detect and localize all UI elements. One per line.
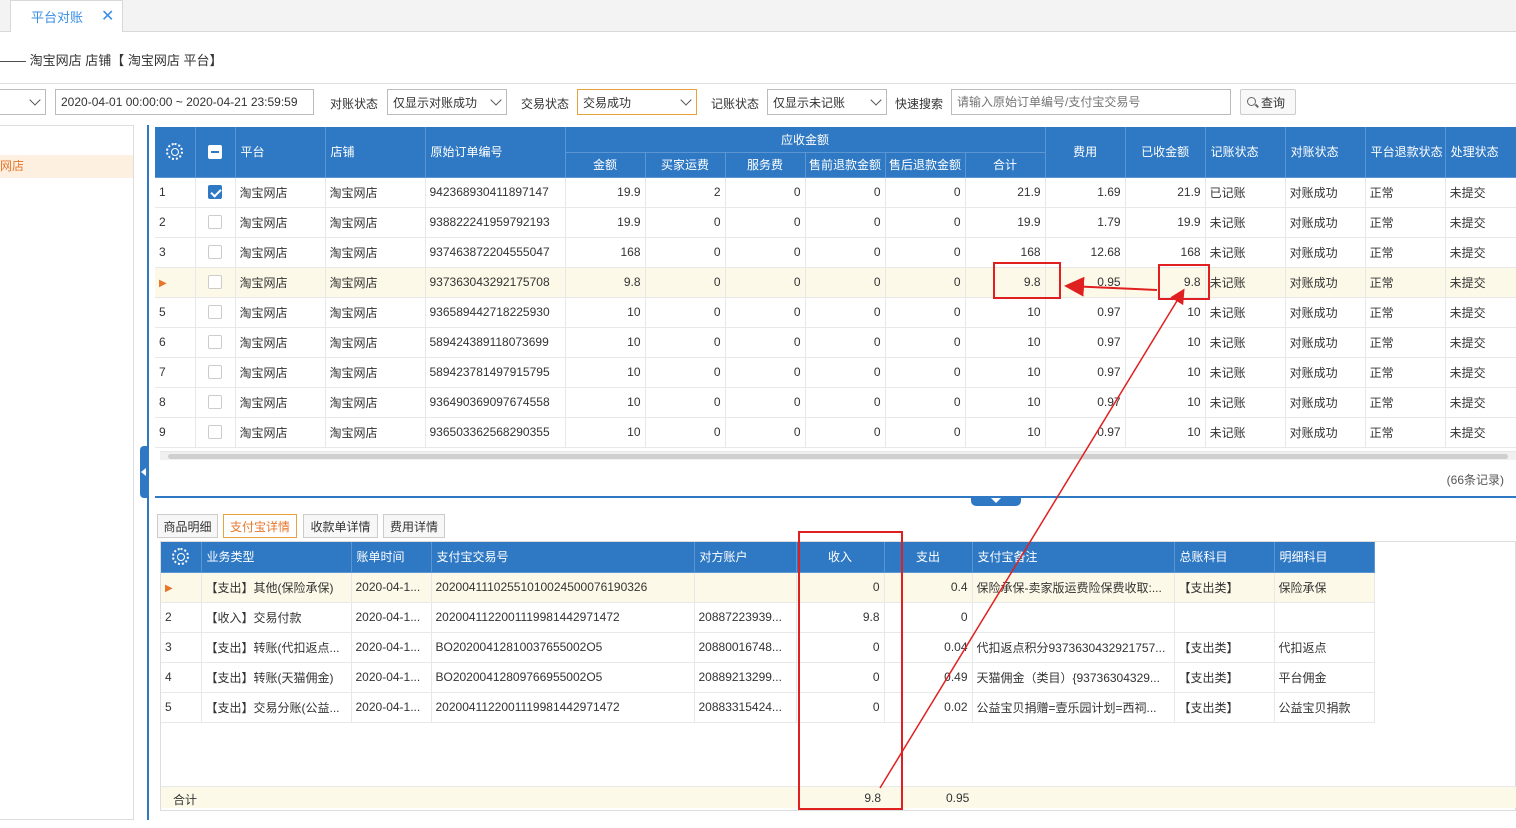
annotation-arrows — [879, 276, 1185, 789]
arrow-income-to-received — [879, 288, 1185, 789]
arrow-received-to-total — [1064, 276, 1158, 297]
